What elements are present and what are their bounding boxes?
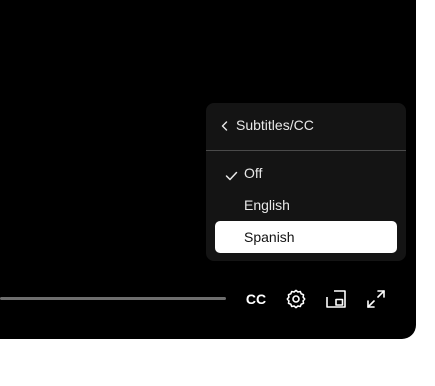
video-player[interactable]: Subtitles/CC Off English Spanish CC [0, 0, 416, 339]
subtitle-option-spanish[interactable]: Spanish [215, 221, 397, 253]
captions-label: CC [245, 291, 267, 307]
fullscreen-icon [364, 287, 388, 311]
subtitle-option-label: English [244, 197, 290, 213]
subtitle-option-english[interactable]: English [215, 189, 397, 221]
checkmark-icon [225, 168, 238, 181]
gear-icon [284, 287, 308, 311]
chevron-left-icon [220, 119, 230, 131]
subtitles-menu-title: Subtitles/CC [236, 117, 314, 133]
settings-button[interactable] [284, 287, 308, 311]
subtitle-option-label: Off [244, 165, 263, 181]
subtitles-menu: Subtitles/CC Off English Spanish [206, 103, 406, 261]
fullscreen-button[interactable] [364, 287, 388, 311]
picture-in-picture-icon [324, 287, 348, 311]
subtitle-option-off[interactable]: Off [215, 157, 397, 189]
captions-button[interactable]: CC [244, 287, 268, 311]
menu-divider [206, 150, 406, 151]
subtitle-option-label: Spanish [244, 229, 295, 245]
picture-in-picture-button[interactable] [324, 287, 348, 311]
subtitles-menu-back-button[interactable]: Subtitles/CC [206, 103, 406, 149]
progress-bar[interactable] [0, 297, 226, 300]
